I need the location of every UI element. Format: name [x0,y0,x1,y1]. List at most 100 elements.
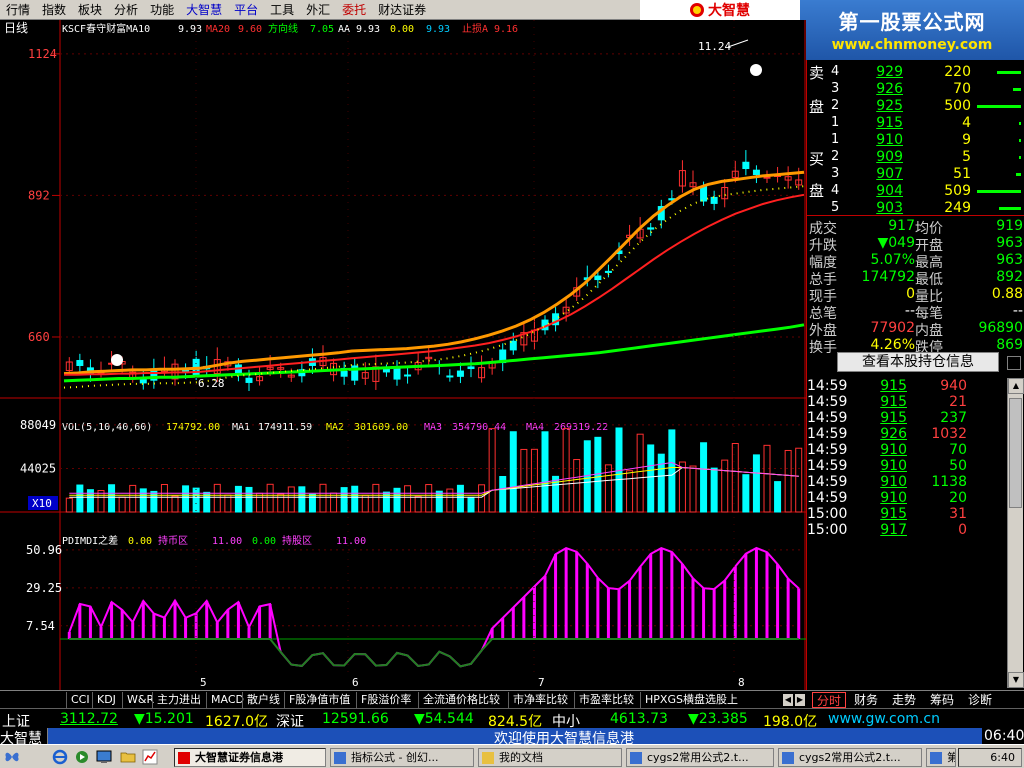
stat-value: -- [904,303,915,319]
bids-price[interactable]: 903 [869,200,903,216]
menu-item-0[interactable]: 行情 [0,0,36,20]
menu-item-6[interactable]: 平台 [228,0,264,20]
butterfly-icon[interactable] [4,749,20,765]
menu-item-1[interactable]: 指数 [36,0,72,20]
view-holdings-button[interactable]: 查看本股持仓信息 [837,352,999,372]
indicator-tab[interactable]: 全流通价格比较 [418,692,504,708]
scroll-up-arrow-icon[interactable]: ▲ [1008,378,1024,394]
taskbar-item[interactable]: 第一股票公式网... [926,748,956,767]
indicator-tab[interactable]: 市净率比较 [508,692,572,708]
ie-icon[interactable] [52,749,68,765]
scroll-down-arrow-icon[interactable]: ▼ [1008,672,1024,688]
asks-row[interactable]: 3 926 70 [807,81,1024,98]
asks-price[interactable]: 915 [869,115,903,131]
indicator-tab[interactable]: F股溢价率 [356,692,415,708]
bids-row[interactable]: 3 907 51 [807,166,1024,183]
asks-level: 3 [831,81,840,96]
bids-price[interactable]: 904 [869,183,903,199]
media-icon[interactable] [74,749,90,765]
menu-item-5[interactable]: 大智慧 [180,0,228,20]
asks-row[interactable]: 4 929 220 [807,64,1024,81]
sz-index-change: ▼54.544 [414,711,474,727]
tick-volume: 50 [949,458,967,474]
asks-row[interactable]: 1 915 4 [807,115,1024,132]
tick-row: 15:00 917 0 [807,522,1007,538]
sz-index-value: 12591.66 [322,711,389,727]
indicator-tab[interactable]: CCI [66,692,94,708]
menu-item-10[interactable]: 财达证券 [372,0,432,20]
bids-row[interactable]: 4 904 509 [807,183,1024,200]
tick-price: 915 [880,378,907,394]
asks-price[interactable]: 925 [869,98,903,114]
tab-scroll-left-icon[interactable]: ◀ [783,694,793,706]
taskbar-item-label: 大智慧证券信息港 [195,751,283,764]
folder-icon[interactable] [120,749,136,765]
bids-row[interactable]: 1 910 9 [807,132,1024,149]
asks-volume: 4 [962,115,971,131]
tick-price: 910 [880,458,907,474]
menu-item-2[interactable]: 板块 [72,0,108,20]
indicator-tab[interactable]: 散户线 [242,692,284,708]
volume-bar [245,486,253,513]
volume-bar [583,440,591,513]
taskbar-item[interactable]: cygs2常用公式2.t... [778,748,922,767]
volume-bar [541,431,549,513]
tick-volume: 940 [940,378,967,394]
menu-item-4[interactable]: 功能 [144,0,180,20]
kline-chart[interactable]: 日线 KSCF春守财富MA10 9.93 MA20 9.60 方向线 7.05 AA 9.93 0… [0,20,806,690]
legend-item: 方向线 [268,22,298,35]
tab-scroll-right-icon[interactable]: ▶ [795,694,805,706]
watermark-url: www.chnmoney.com [831,37,993,53]
asks-row[interactable]: 2 925 500 [807,98,1024,115]
indicator-tab[interactable]: F股净值市值 [284,692,354,708]
menu-item-7[interactable]: 工具 [264,0,300,20]
chart-app-icon[interactable] [142,749,158,765]
bids-row[interactable]: 2 909 5 [807,149,1024,166]
vol-tick-label: 44025 [20,461,56,475]
scroll-thumb[interactable] [1009,398,1022,508]
desktop-icon[interactable] [96,749,112,765]
website-link[interactable]: www.gw.com.cn [828,711,940,727]
candle-body [404,374,412,377]
tick-volume: 237 [940,410,967,426]
watermark-title: 第一股票公式网 [838,10,986,34]
tick-row: 14:59 915 21 [807,394,1007,410]
bids-price[interactable]: 909 [869,149,903,165]
stat-value: 963 [996,252,1023,268]
bids-price[interactable]: 907 [869,166,903,182]
legend-item: 9.60 [238,24,262,35]
asks-price[interactable]: 929 [869,64,903,80]
tab-3[interactable]: 筹码 [926,692,958,708]
taskbar-item[interactable]: 指标公式 - 创幻... [330,748,474,767]
menu-item-3[interactable]: 分析 [108,0,144,20]
asks-price[interactable]: 926 [869,81,903,97]
tick-time: 14:59 [807,490,848,506]
indicator-tab[interactable]: 市盈率比较 [574,692,638,708]
tab-1[interactable]: 财务 [850,692,882,708]
taskbar-item[interactable]: cygs2常用公式2.t... [626,748,774,767]
chart-panel[interactable]: 日线 KSCF春守财富MA10 9.93 MA20 9.60 方向线 7.05 AA 9.93 0… [0,20,806,690]
taskbar-item[interactable]: 大智慧证券信息港 [174,748,326,767]
bids-volume: 249 [944,200,971,216]
bids-volume-bar [999,207,1021,210]
holdings-toggle[interactable] [1007,356,1021,370]
app-window: 行情 指数 板块 分析 功能 大智慧 平台 工具 外汇 委托 财达证券 大智慧 第一股票公式网 ww… [0,0,1024,768]
tab-2[interactable]: 走势 [888,692,920,708]
bids-price[interactable]: 910 [869,132,903,148]
tick-volume: 70 [949,442,967,458]
indicator-tab[interactable]: 主力进出 [152,692,205,708]
legend-item: 止损A [462,22,488,35]
indicator-tab[interactable]: KDJ [92,692,120,708]
tick-row: 15:00 915 31 [807,506,1007,522]
taskbar-item[interactable]: 我的文档 [478,748,622,767]
indicator-tab[interactable]: HPXGS横盘选股上 [640,692,742,708]
bids-volume-bar [1016,173,1021,176]
menu-item-8[interactable]: 外汇 [300,0,336,20]
ticks-scrollbar[interactable]: ▲ ▼ [1007,378,1024,688]
tab-0[interactable]: 分时 [812,692,847,708]
month-label: 6 [352,676,359,689]
tab-4[interactable]: 诊断 [964,692,996,708]
menu-item-9[interactable]: 委托 [336,0,372,20]
stat-value: 919 [996,218,1023,234]
tick-time: 15:00 [807,522,848,538]
